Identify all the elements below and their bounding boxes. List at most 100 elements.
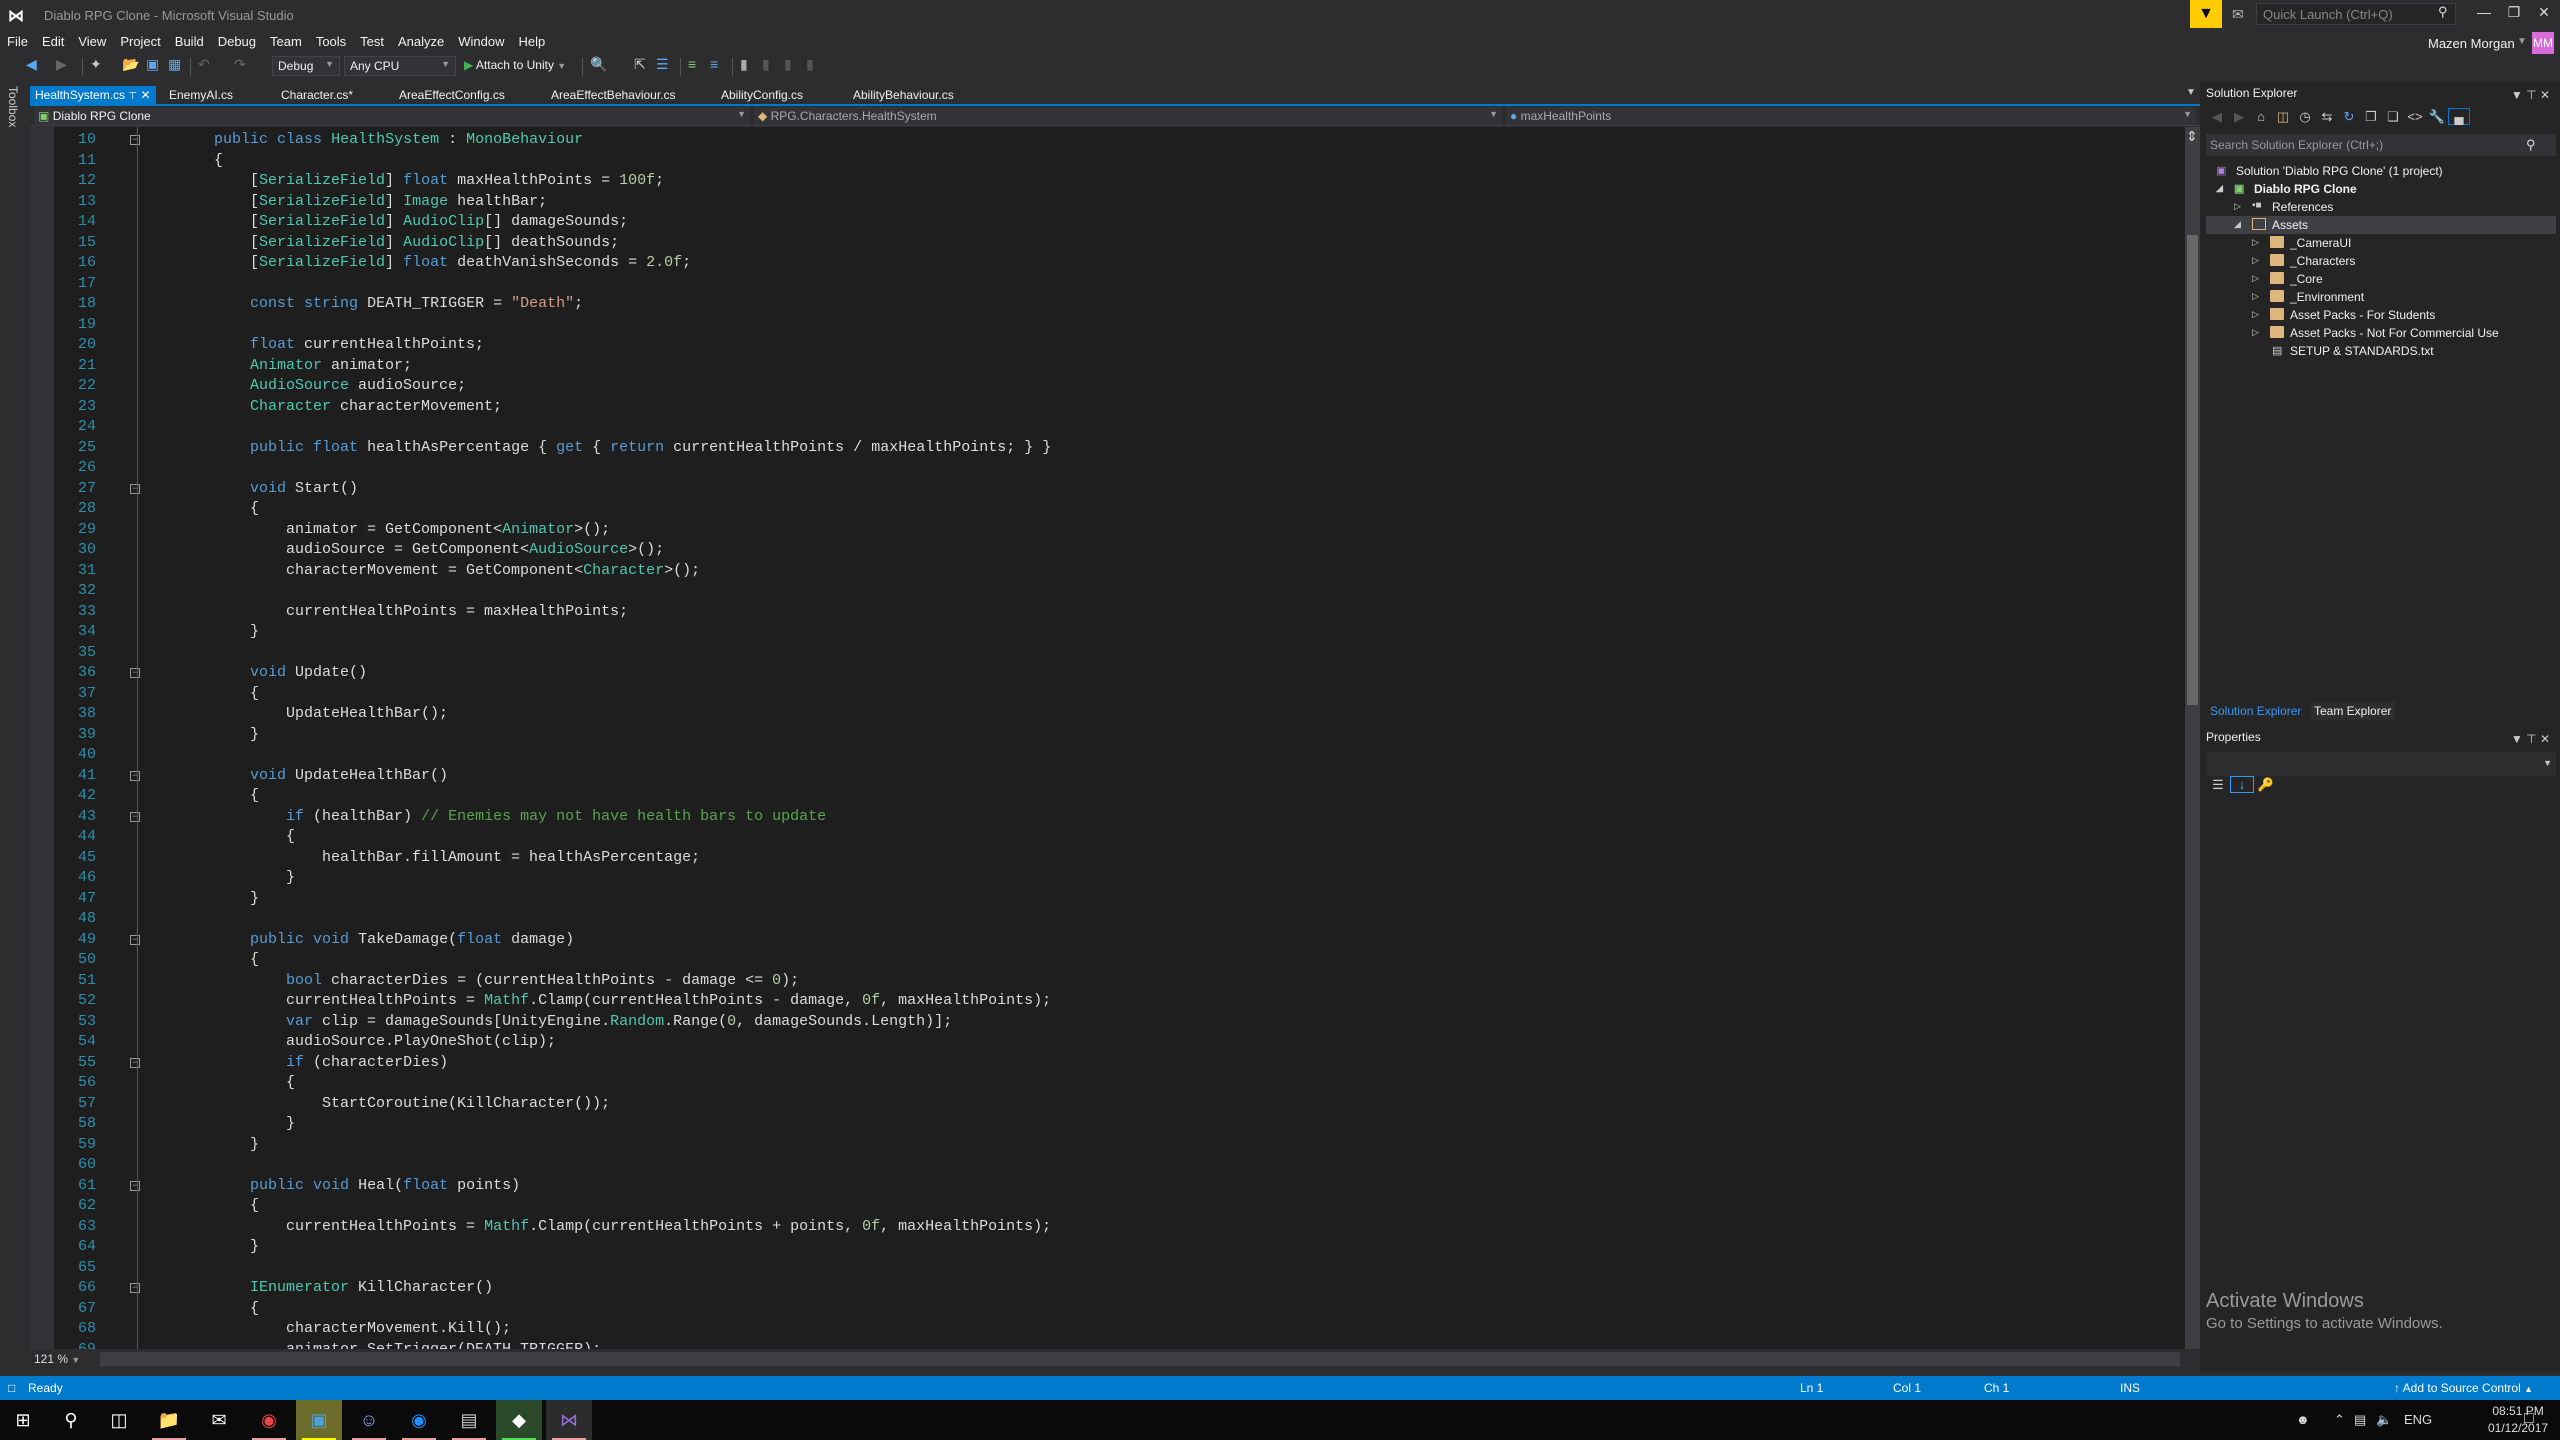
unity-hub-icon[interactable]: ▣ (296, 1400, 342, 1440)
find-in-files-icon[interactable]: 🔍 (590, 56, 607, 73)
code-line[interactable]: 10 − public class HealthSystem : MonoBeha… (30, 130, 2185, 151)
code-line[interactable]: 20 float currentHealthPoints; (30, 335, 2185, 356)
collapsed-arrow-icon[interactable]: ▷ (2252, 327, 2259, 338)
language-indicator[interactable]: ENG (2404, 1412, 2432, 1427)
tab-solution-explorer[interactable]: Solution Explorer (2206, 702, 2305, 720)
back-icon[interactable]: ◀ (2206, 109, 2228, 125)
tree-file[interactable]: ▤ SETUP & STANDARDS.txt (2206, 342, 2556, 360)
code-line[interactable]: 59 } (30, 1135, 2185, 1156)
collapse-icon[interactable]: − (130, 668, 140, 678)
code-line[interactable]: 44 { (30, 827, 2185, 848)
open-file-icon[interactable]: 📂 (122, 56, 139, 73)
sync-icon[interactable]: ⇆ (2316, 109, 2338, 125)
home-icon[interactable]: ⌂ (2250, 109, 2272, 124)
tab-character[interactable]: Character.cs* (276, 86, 358, 104)
project-dropdown[interactable]: ▣ Diablo RPG Clone ▼ (34, 107, 750, 125)
tab-overflow-icon[interactable]: ▼ (2186, 87, 2196, 98)
resource-monitor-icon[interactable]: ▤ (446, 1400, 492, 1440)
clock[interactable]: 08:51 PM 01/12/2017 (2488, 1403, 2548, 1437)
add-item-icon[interactable]: ☰ (656, 56, 669, 73)
code-line[interactable]: 25 public float healthAsPercentage { get… (30, 438, 2185, 459)
code-line[interactable]: 55 − if (characterDies) (30, 1053, 2185, 1074)
start-button[interactable]: ⊞ (0, 1400, 46, 1440)
code-line[interactable]: 39 } (30, 725, 2185, 746)
member-dropdown[interactable]: ● maxHealthPoints ▼ (1506, 107, 2196, 125)
menu-help[interactable]: Help (512, 32, 553, 49)
code-line[interactable]: 15 [SerializeField] AudioClip[] deathSou… (30, 233, 2185, 254)
search-icon[interactable]: ⚲ (2438, 4, 2448, 20)
close-tab-icon[interactable]: ✕ (140, 88, 150, 102)
menu-file[interactable]: File (0, 32, 35, 49)
pin-icon[interactable]: ⊤ (2526, 732, 2536, 746)
code-line[interactable]: 42 { (30, 786, 2185, 807)
code-line[interactable]: 62 { (30, 1196, 2185, 1217)
people-icon[interactable]: ☻ (2296, 1412, 2310, 1427)
collapsed-arrow-icon[interactable]: ▷ (2252, 237, 2259, 248)
toolbox-tab[interactable]: Toolbox (6, 86, 20, 127)
code-line[interactable]: 45 healthBar.fillAmount = healthAsPercen… (30, 848, 2185, 869)
code-line[interactable]: 46 } (30, 868, 2185, 889)
menu-build[interactable]: Build (168, 32, 211, 49)
collapse-icon[interactable]: − (130, 811, 140, 822)
tree-assets[interactable]: ◢ Assets (2206, 216, 2556, 234)
close-pane-icon[interactable]: ✕ (2540, 732, 2550, 746)
close-window-button[interactable]: ✕ (2530, 4, 2558, 24)
code-line[interactable]: 57 StartCoroutine(KillCharacter()); (30, 1094, 2185, 1115)
code-line[interactable]: 53 var clip = damageSounds[UnityEngine.R… (30, 1012, 2185, 1033)
tree-folder[interactable]: ▷ Asset Packs - Not For Commercial Use (2206, 324, 2556, 342)
collapsed-arrow-icon[interactable]: ▷ (2252, 291, 2259, 302)
tab-healthsystem[interactable]: HealthSystem.cs ⊤ ✕ (30, 86, 156, 104)
code-line[interactable]: 34 } (30, 622, 2185, 643)
collapsed-arrow-icon[interactable]: ▷ (2234, 201, 2241, 212)
type-dropdown[interactable]: ◆ RPG.Characters.HealthSystem ▼ (754, 107, 1502, 125)
vertical-scrollbar-thumb[interactable] (2187, 235, 2198, 705)
chrome-icon[interactable]: ◉ (246, 1400, 292, 1440)
tree-folder[interactable]: ▷ Asset Packs - For Students (2206, 306, 2556, 324)
redo-icon[interactable]: ↷ (234, 56, 246, 73)
code-line[interactable]: 22 AudioSource audioSource; (30, 376, 2185, 397)
code-line[interactable]: 43 − if (healthBar) // Enemies may not ha… (30, 807, 2185, 828)
code-line[interactable]: 17 (30, 274, 2185, 295)
code-line[interactable]: 12 [SerializeField] float maxHealthPoint… (30, 171, 2185, 192)
new-project-icon[interactable]: ✦ (90, 56, 102, 73)
notifications-flag-icon[interactable]: ▼ (2190, 0, 2222, 28)
clear-bookmarks-icon[interactable]: ▮ (806, 56, 814, 73)
switch-views-icon[interactable]: ◫ (2272, 109, 2294, 125)
properties-object-dropdown[interactable]: ▼ (2206, 752, 2556, 776)
code-line[interactable]: 41 − void UpdateHealthBar() (30, 766, 2185, 787)
code-line[interactable]: 69 animator.SetTrigger(DEATH_TRIGGER); (30, 1340, 2185, 1350)
code-line[interactable]: 66 − IEnumerator KillCharacter() (30, 1278, 2185, 1299)
code-line[interactable]: 30 audioSource = GetComponent<AudioSourc… (30, 540, 2185, 561)
navigate-back-icon[interactable]: ◀ (26, 56, 37, 73)
discord-icon[interactable]: ☺ (346, 1400, 392, 1440)
menu-project[interactable]: Project (113, 32, 167, 49)
collapse-icon[interactable]: − (130, 135, 140, 145)
code-line[interactable]: 64 } (30, 1237, 2185, 1258)
save-all-icon[interactable]: ▦ (168, 56, 181, 73)
user-name[interactable]: Mazen Morgan (2428, 36, 2515, 51)
properties-icon[interactable]: 🔧 (2426, 109, 2448, 125)
mail-icon[interactable]: ✉ (196, 1400, 242, 1440)
solution-explorer-search[interactable]: Search Solution Explorer (Ctrl+;) (2206, 134, 2556, 156)
expanded-arrow-icon[interactable]: ◢ (2216, 183, 2223, 194)
collapse-icon[interactable]: − (130, 1180, 140, 1191)
previous-bookmark-icon[interactable]: ▮ (762, 56, 770, 73)
code-line[interactable]: 37 { (30, 684, 2185, 705)
tab-enemyai[interactable]: EnemyAI.cs (164, 86, 238, 104)
horizontal-scrollbar[interactable] (100, 1352, 2180, 1366)
code-line[interactable]: 60 (30, 1155, 2185, 1176)
configuration-dropdown[interactable]: Debug ▼ (272, 56, 340, 76)
collapse-icon[interactable]: − (130, 1057, 140, 1068)
code-line[interactable]: 26 (30, 458, 2185, 479)
avatar[interactable]: MM (2532, 32, 2554, 54)
tree-solution[interactable]: ▣ Solution 'Diablo RPG Clone' (1 project) (2206, 162, 2556, 180)
pending-changes-icon[interactable]: ◷ (2294, 109, 2316, 125)
tray-overflow-icon[interactable]: ⌃ (2334, 1412, 2345, 1428)
expanded-arrow-icon[interactable]: ◢ (2234, 219, 2241, 230)
collapse-all-icon[interactable]: ❐ (2360, 109, 2382, 125)
code-line[interactable]: 52 currentHealthPoints = Mathf.Clamp(cur… (30, 991, 2185, 1012)
attach-to-unity-button[interactable]: ▶ Attach to Unity ▼ (464, 58, 566, 72)
minimize-button[interactable]: — (2470, 4, 2498, 24)
code-line[interactable]: 54 audioSource.PlayOneShot(clip); (30, 1032, 2185, 1053)
search-icon[interactable]: ⚲ (48, 1400, 94, 1440)
